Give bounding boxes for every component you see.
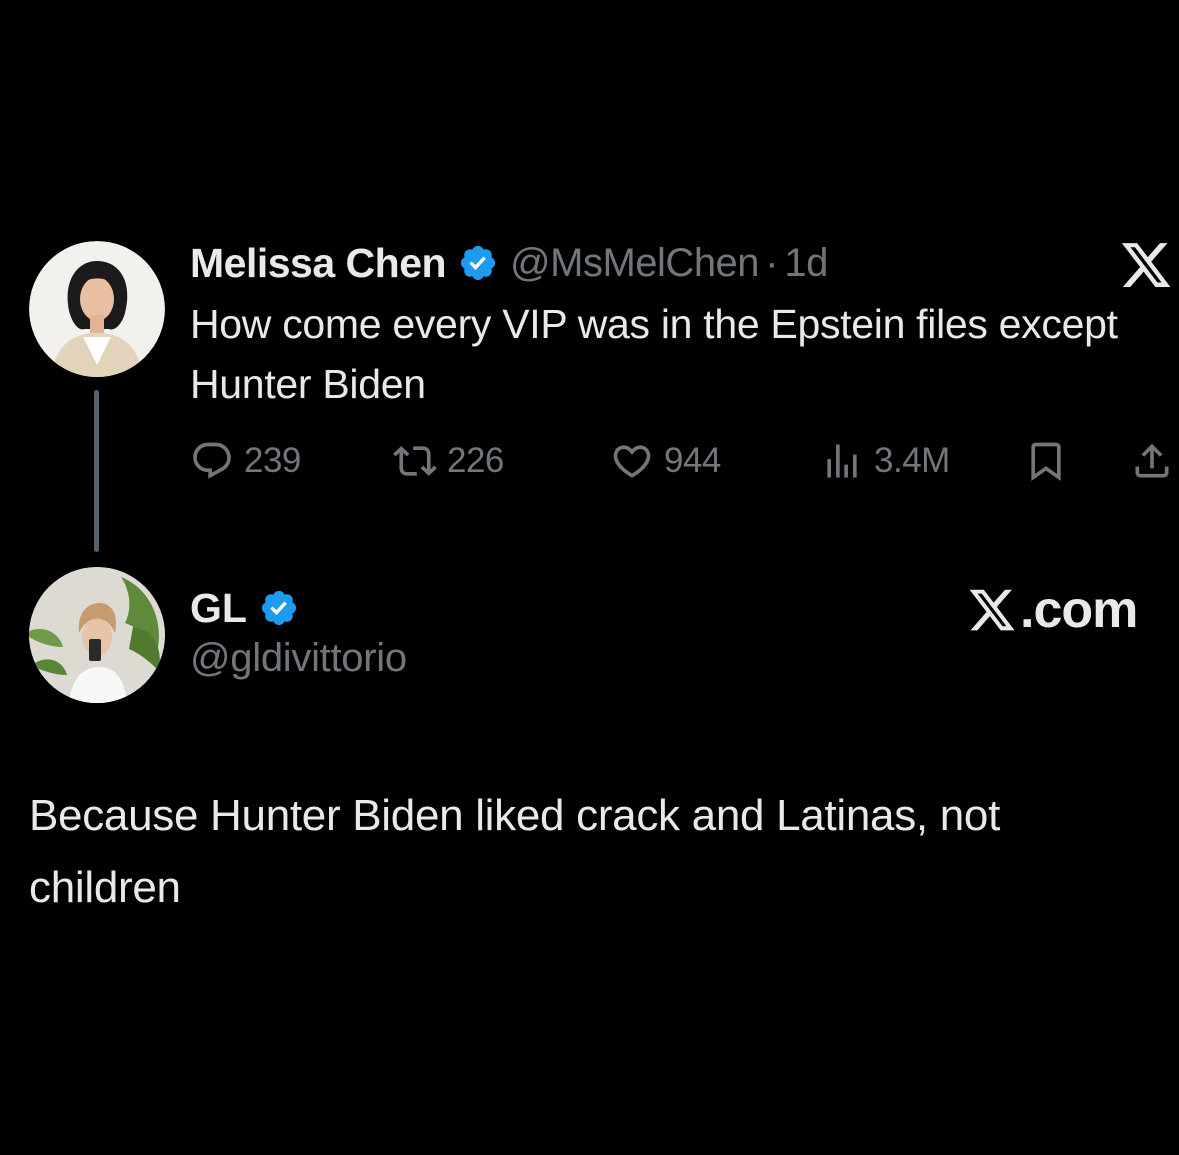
reply-author-handle[interactable]: @gldivittorio <box>190 636 407 681</box>
tweet-action-bar: 239 226 944 3.4M <box>190 436 1178 486</box>
bookmark-icon <box>1024 439 1068 483</box>
reply-button[interactable]: 239 <box>190 436 301 486</box>
tweet-timestamp[interactable]: 1d <box>784 241 828 286</box>
like-count: 944 <box>664 441 721 480</box>
reply-icon <box>190 439 234 483</box>
tweet-text: How come every VIP was in the Epstein fi… <box>190 301 1118 407</box>
profile-photo-woman-icon <box>29 241 165 377</box>
verified-badge-icon <box>259 588 299 628</box>
bookmark-button[interactable] <box>1024 436 1078 486</box>
verified-badge-icon <box>458 243 498 283</box>
reply-author-display-name[interactable]: GL <box>190 585 247 632</box>
avatar-melissa-chen[interactable] <box>29 241 165 377</box>
reply-author-row: GL <box>190 580 299 636</box>
heart-icon <box>610 439 654 483</box>
reply-count: 239 <box>244 441 301 480</box>
retweet-icon <box>393 439 437 483</box>
author-display-name[interactable]: Melissa Chen <box>190 240 447 287</box>
share-icon <box>1130 439 1174 483</box>
views-count: 3.4M <box>874 441 950 480</box>
author-handle[interactable]: @MsMelChen <box>510 241 760 286</box>
analytics-bars-icon <box>820 439 864 483</box>
dot-separator: · <box>765 240 779 285</box>
retweet-count: 226 <box>447 441 504 480</box>
avatar-gl[interactable] <box>29 567 165 703</box>
x-logo-icon <box>969 589 1015 631</box>
x-com-label: .com <box>1020 581 1138 639</box>
retweet-button[interactable]: 226 <box>393 436 504 486</box>
thread-connector-line <box>94 390 99 552</box>
reply-text: Because Hunter Biden liked crack and Lat… <box>29 791 1001 912</box>
views-button[interactable]: 3.4M <box>820 436 950 486</box>
tweet-header: Melissa Chen @MsMelChen · 1d <box>190 234 828 292</box>
profile-photo-mirror-selfie-icon <box>29 567 165 703</box>
x-com-watermark: .com <box>966 580 1138 640</box>
x-logo-icon <box>1118 238 1174 292</box>
like-button[interactable]: 944 <box>610 436 721 486</box>
share-button[interactable] <box>1130 436 1179 486</box>
